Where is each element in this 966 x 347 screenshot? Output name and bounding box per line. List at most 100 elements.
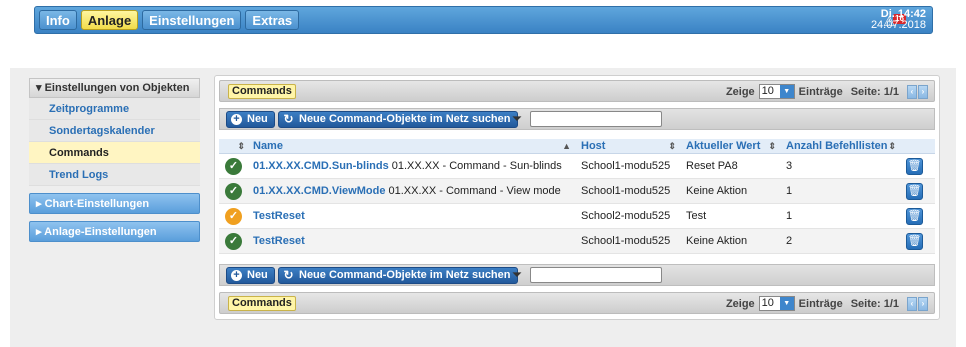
name-cell: TestReset — [249, 210, 577, 222]
filter-icon: ⏷ — [511, 267, 523, 282]
count-cell: 1 — [786, 185, 793, 197]
sidebar: ▾ Einstellungen von Objekten Zeitprogram… — [29, 78, 200, 242]
tab-anlage[interactable]: Anlage — [80, 10, 139, 30]
page-nav: ‹ › — [907, 84, 928, 99]
delete-cell: 🗑 — [902, 232, 935, 250]
show-label: Zeige — [725, 85, 755, 98]
table-row[interactable]: ✓ TestReset School1-modu525 Keine Aktion… — [219, 229, 935, 254]
table-row[interactable]: ✓ 01.XX.XX.CMD.Sun-blinds 01.XX.XX - Com… — [219, 154, 935, 179]
table-header: ⇕ Name ▲ Host ⇕ Aktueller Wert ⇕ Anzahl Bef… — [219, 139, 935, 154]
filter-input[interactable] — [530, 267, 662, 283]
status-cell: ✓ — [219, 157, 249, 175]
toolbar-top: + Neu ↻ Neue Command-Objekte im Netz suche… — [219, 108, 935, 130]
refresh-icon: ↻ — [283, 268, 294, 282]
toolbar-bottom: + Neu ↻ Neue Command-Objekte im Netz suche… — [219, 264, 935, 286]
search-network-label: Neue Command-Objekte im Netz suchen — [299, 113, 511, 125]
main-panel: Commands Zeige 10 ▼ Einträge Seite: 1/1 … — [214, 75, 940, 320]
table-row[interactable]: ✓ 01.XX.XX.CMD.ViewMode 01.XX.XX - Comma… — [219, 179, 935, 204]
clock-date: 24.07.2018 — [870, 19, 926, 31]
row-description: 01.XX.XX - Command - Sun-blinds — [391, 160, 562, 172]
sidebar-group-anlage[interactable]: ▸ Anlage-Einstellungen — [29, 221, 200, 242]
column-name[interactable]: Name ▲ — [249, 139, 577, 153]
expand-arrow-icon: ▸ — [36, 198, 45, 210]
sidebar-group-label: Chart-Einstellungen — [44, 198, 150, 210]
sort-icon: ⇕ — [888, 141, 896, 151]
sort-icon: ⇕ — [668, 141, 676, 151]
new-button-label: Neu — [247, 269, 268, 281]
sidebar-item-commands[interactable]: Commands — [29, 142, 200, 164]
tab-info[interactable]: Info — [39, 10, 77, 30]
value-cell: Reset PA8 — [686, 160, 738, 172]
prev-page-button[interactable]: ‹ — [907, 296, 917, 311]
new-button[interactable]: + Neu — [226, 267, 275, 284]
sidebar-item-sondertagskalender[interactable]: Sondertagskalender — [29, 120, 200, 142]
entries-label: Einträge — [798, 85, 843, 98]
row-name-link[interactable]: 01.XX.XX.CMD.Sun-blinds — [253, 160, 389, 172]
row-name-link[interactable]: TestReset — [253, 210, 305, 222]
column-status[interactable]: ⇕ — [219, 139, 249, 153]
main-nav: Info Anlage Einstellungen Extras — [39, 10, 300, 30]
trash-icon[interactable]: 🗑 — [906, 232, 923, 250]
per-page-value: 10 — [761, 85, 774, 97]
column-host-label: Host — [581, 140, 606, 152]
host-cell: School1-modu525 — [581, 185, 671, 197]
top-bar: Info Anlage Einstellungen Extras ⚠ 16 Di… — [0, 0, 966, 40]
delete-cell: 🗑 — [902, 182, 935, 200]
sort-icon: ⇕ — [768, 141, 776, 151]
show-label: Zeige — [725, 297, 755, 310]
pager-controls: Zeige 10 ▼ Einträge Seite: 1/1 ‹ › — [726, 84, 928, 99]
search-network-button[interactable]: ↻ Neue Command-Objekte im Netz suchen — [278, 111, 518, 128]
pager-bottom: Commands Zeige 10 ▼ Einträge Seite: 1/1 … — [219, 292, 935, 314]
column-count[interactable]: Anzahl Befehllisten ⇕ — [782, 139, 902, 153]
pager-controls: Zeige 10 ▼ Einträge Seite: 1/1 ‹ › — [726, 296, 928, 311]
check-icon: ✓ — [225, 157, 242, 175]
table-row[interactable]: ✓ TestReset School2-modu525 Test 1 🗑 — [219, 204, 935, 229]
new-button[interactable]: + Neu — [226, 111, 275, 128]
sidebar-group-chart[interactable]: ▸ Chart-Einstellungen — [29, 193, 200, 214]
chevron-down-icon: ▼ — [779, 297, 794, 310]
column-delete — [902, 139, 935, 153]
sidebar-group-label: Anlage-Einstellungen — [44, 226, 157, 238]
commands-table: ⇕ Name ▲ Host ⇕ Aktueller Wert ⇕ Anzahl Bef… — [219, 139, 935, 254]
page-label: Seite: 1/1 — [850, 297, 899, 310]
count-cell: 3 — [786, 160, 793, 172]
sidebar-item-zeitprogramme[interactable]: Zeitprogramme — [29, 98, 200, 120]
trash-icon[interactable]: 🗑 — [906, 207, 923, 225]
name-cell: 01.XX.XX.CMD.ViewMode 01.XX.XX - Command… — [249, 185, 577, 197]
column-host[interactable]: Host ⇕ — [577, 139, 682, 153]
tab-extras[interactable]: Extras — [245, 10, 300, 30]
search-network-label: Neue Command-Objekte im Netz suchen — [299, 269, 511, 281]
name-cell: TestReset — [249, 235, 577, 247]
per-page-select[interactable]: 10 ▼ — [758, 296, 795, 311]
filter-input[interactable] — [530, 111, 662, 127]
check-warning-icon: ✓ — [225, 207, 242, 225]
panel-title: Commands — [228, 84, 296, 99]
sidebar-section-header[interactable]: ▾ Einstellungen von Objekten — [29, 78, 200, 98]
trash-icon[interactable]: 🗑 — [906, 182, 923, 200]
value-cell: Keine Aktion — [686, 235, 748, 247]
row-name-link[interactable]: TestReset — [253, 235, 305, 247]
plus-icon: + — [231, 270, 242, 281]
check-icon: ✓ — [225, 182, 242, 200]
sidebar-section-title: Einstellungen von Objekten — [44, 82, 190, 94]
sidebar-item-trend-logs[interactable]: Trend Logs — [29, 164, 200, 186]
value-cell: Keine Aktion — [686, 185, 748, 197]
chevron-down-icon: ▼ — [779, 85, 794, 98]
check-icon: ✓ — [225, 232, 242, 250]
next-page-button[interactable]: › — [918, 296, 928, 311]
per-page-select[interactable]: 10 ▼ — [758, 84, 795, 99]
filter-icon: ⏷ — [511, 111, 523, 126]
value-cell: Test — [686, 210, 707, 222]
search-network-button[interactable]: ↻ Neue Command-Objekte im Netz suchen — [278, 267, 518, 284]
status-cell: ✓ — [219, 207, 249, 225]
host-cell: School1-modu525 — [581, 235, 671, 247]
next-page-button[interactable]: › — [918, 84, 928, 99]
prev-page-button[interactable]: ‹ — [907, 84, 917, 99]
row-name-link[interactable]: 01.XX.XX.CMD.ViewMode — [253, 185, 385, 197]
column-value[interactable]: Aktueller Wert ⇕ — [682, 139, 782, 153]
entries-label: Einträge — [798, 297, 843, 310]
tab-einstellungen[interactable]: Einstellungen — [142, 10, 242, 30]
trash-icon[interactable]: 🗑 — [906, 157, 923, 175]
delete-cell: 🗑 — [902, 157, 935, 175]
page-label: Seite: 1/1 — [850, 85, 899, 98]
